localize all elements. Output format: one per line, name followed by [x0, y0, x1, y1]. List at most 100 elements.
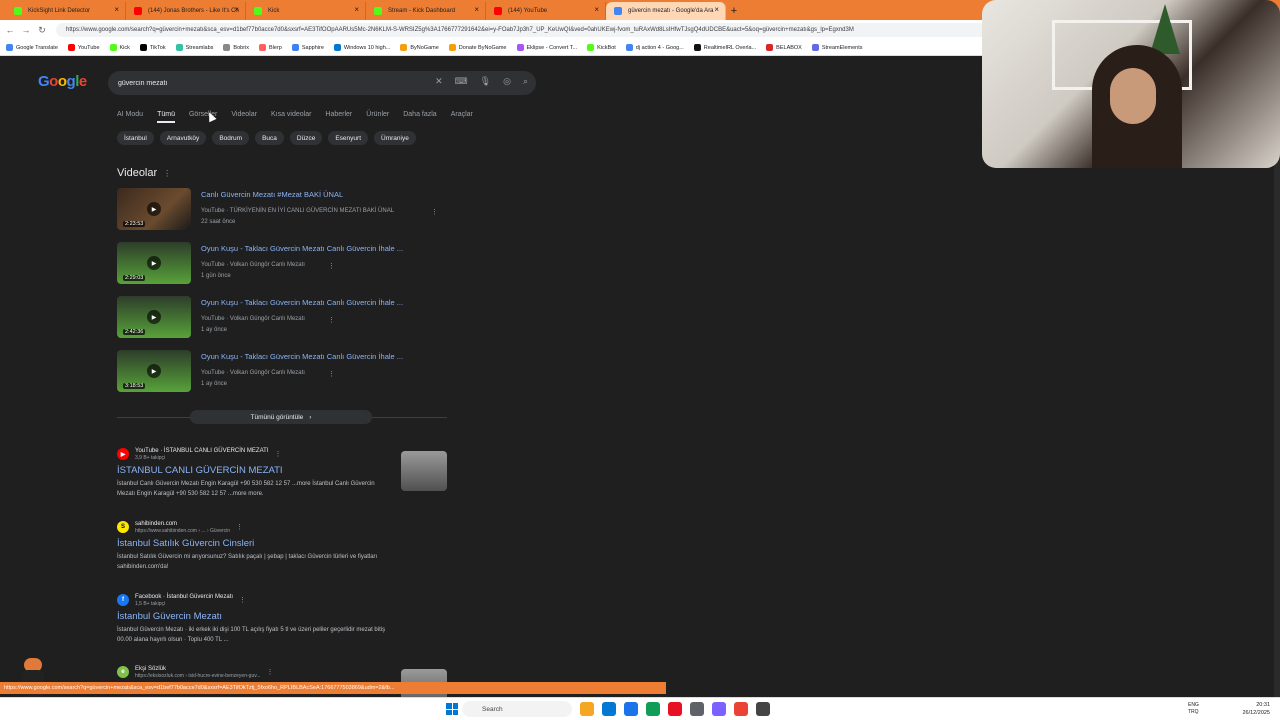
- taskbar-app-icon[interactable]: [712, 702, 726, 716]
- bookmark-item[interactable]: Kick: [109, 44, 130, 51]
- forward-icon[interactable]: →: [20, 24, 32, 36]
- taskbar-app-icon[interactable]: [734, 702, 748, 716]
- video-title[interactable]: Oyun Kuşu - Taklacı Güvercin Mezatı Canl…: [201, 244, 403, 253]
- result-source[interactable]: f Facebook · İstanbul Güvercin Mezatı 1,5 …: [117, 593, 447, 607]
- logo-letter: G: [38, 73, 50, 90]
- browser-tab[interactable]: (144) Jonas Brothers - Like It's Ch ×: [126, 2, 246, 20]
- tab-5[interactable]: Haberler: [325, 111, 352, 123]
- video-thumbnail[interactable]: ▶ 2:29:03: [117, 242, 191, 284]
- taskbar-search[interactable]: Search: [462, 701, 572, 717]
- tab-6[interactable]: Ürünler: [366, 111, 389, 123]
- video-result[interactable]: ▶ 2:23:53 Canlı Güvercin Mezatı #Mezat BAK…: [117, 188, 447, 232]
- bookmark-item[interactable]: BELABOX: [766, 44, 802, 51]
- taskbar-app-icon[interactable]: [756, 702, 770, 716]
- chevron-right-icon: ›: [309, 413, 312, 421]
- taskbar-app-icon[interactable]: [580, 702, 594, 716]
- video-result[interactable]: ▶ 2:29:03 Oyun Kuşu - Taklacı Güvercin Mez…: [117, 242, 447, 286]
- taskbar-app-icon[interactable]: [602, 702, 616, 716]
- more-options-icon[interactable]: ⋮: [328, 262, 335, 270]
- see-all-videos-button[interactable]: Tümünü görüntüle ›: [190, 410, 372, 424]
- refine-chip[interactable]: Arnavutköy: [159, 131, 207, 145]
- more-options-icon[interactable]: ⋮: [239, 596, 246, 604]
- tab-1[interactable]: Tümü: [157, 111, 175, 123]
- video-title[interactable]: Oyun Kuşu - Taklacı Güvercin Mezatı Canl…: [201, 352, 403, 361]
- taskbar-app-icon[interactable]: [624, 702, 638, 716]
- taskbar-app-icon[interactable]: [668, 702, 682, 716]
- taskbar-app-icon[interactable]: [690, 702, 704, 716]
- reload-icon[interactable]: ↻: [36, 24, 48, 36]
- search-input[interactable]: [118, 79, 418, 87]
- video-title[interactable]: Canlı Güvercin Mezatı #Mezat BAKİ ÜNAL: [201, 190, 343, 199]
- bookmark-item[interactable]: KickBot: [587, 44, 616, 51]
- result-source[interactable]: Ssahibinden.com https://www.sahibinden.co…: [117, 520, 447, 534]
- tab-3[interactable]: Videolar: [231, 111, 257, 123]
- more-options-icon[interactable]: ⋮: [328, 316, 335, 324]
- bookmark-item[interactable]: Sapphire: [291, 44, 324, 51]
- more-options-icon[interactable]: ⋮: [328, 370, 335, 378]
- back-icon[interactable]: ←: [4, 24, 16, 36]
- video-result[interactable]: ▶ 3:18:53 Oyun Kuşu - Taklacı Güvercin Mez…: [117, 350, 447, 394]
- video-thumbnail[interactable]: ▶ 3:18:53: [117, 350, 191, 392]
- more-options-icon[interactable]: ⋮: [431, 208, 438, 216]
- more-options-icon[interactable]: ⋮: [267, 668, 274, 676]
- bookmark-item[interactable]: ByNoGame: [400, 44, 439, 51]
- browser-tab[interactable]: güvercin mezatı - Google'da Ara ×: [606, 2, 726, 20]
- video-thumbnail[interactable]: ▶ 2:23:53: [117, 188, 191, 230]
- browser-tab[interactable]: KickSight Link Detector ×: [6, 2, 126, 20]
- bookmark-item[interactable]: Google Translate: [6, 44, 58, 51]
- keyboard-icon[interactable]: ⌨: [455, 76, 468, 87]
- bookmark-item[interactable]: Streamlabs: [175, 44, 213, 51]
- refine-chip[interactable]: İstanbul: [117, 131, 154, 145]
- taskbar-clock[interactable]: 20:31 26/12/2025: [1242, 701, 1270, 717]
- more-options-icon[interactable]: ⋮: [163, 169, 171, 178]
- lens-icon[interactable]: ◎: [503, 76, 511, 87]
- more-options-icon[interactable]: ⋮: [236, 523, 243, 531]
- bookmark-item[interactable]: Blerp: [259, 44, 282, 51]
- microphone-icon[interactable]: 🎙: [480, 76, 491, 87]
- result-source[interactable]: ▶ YouTube · İSTANBUL CANLI GÜVERCİN MEZAT…: [117, 447, 447, 461]
- refine-chip[interactable]: Bodrum: [212, 131, 250, 145]
- more-options-icon[interactable]: ⋮: [274, 450, 281, 458]
- close-tab-icon[interactable]: ×: [594, 5, 599, 14]
- windows-start-icon[interactable]: [446, 703, 458, 715]
- result-title-link[interactable]: İstanbul Güvercin Mezatı: [117, 611, 447, 622]
- result-thumbnail[interactable]: [401, 451, 447, 491]
- search-icon[interactable]: ⌕: [523, 76, 528, 87]
- close-tab-icon[interactable]: ×: [234, 5, 239, 14]
- video-thumbnail[interactable]: ▶ 2:42:36: [117, 296, 191, 338]
- bookmark-item[interactable]: Bobrix: [223, 44, 249, 51]
- tab-4[interactable]: Kısa videolar: [271, 111, 311, 123]
- result-title-link[interactable]: İstanbul Satılık Güvercin Cinsleri: [117, 538, 447, 549]
- close-tab-icon[interactable]: ×: [114, 5, 119, 14]
- refine-chip[interactable]: Ümraniye: [374, 131, 416, 145]
- new-tab-button[interactable]: +: [726, 2, 742, 20]
- close-tab-icon[interactable]: ×: [354, 5, 359, 14]
- bookmark-item[interactable]: TikTok: [139, 44, 166, 51]
- video-result[interactable]: ▶ 2:42:36 Oyun Kuşu - Taklacı Güvercin Mez…: [117, 296, 447, 340]
- close-tab-icon[interactable]: ×: [714, 5, 719, 14]
- tab-8[interactable]: Araçlar: [451, 111, 473, 123]
- result-title-link[interactable]: İSTANBUL CANLI GÜVERCİN MEZATI: [117, 465, 447, 476]
- bookmark-item[interactable]: YouTube: [67, 44, 100, 51]
- video-title[interactable]: Oyun Kuşu - Taklacı Güvercin Mezatı Canl…: [201, 298, 403, 307]
- browser-tab[interactable]: (144) YouTube ×: [486, 2, 606, 20]
- bookmark-item[interactable]: RealtimeIRL Overla...: [693, 44, 756, 51]
- google-logo[interactable]: Google: [38, 73, 87, 90]
- input-language[interactable]: ENG TRQ: [1188, 702, 1199, 716]
- close-tab-icon[interactable]: ×: [474, 5, 479, 14]
- tab-7[interactable]: Daha fazla: [403, 111, 436, 123]
- browser-tab[interactable]: Kick ×: [246, 2, 366, 20]
- browser-tab[interactable]: Stream - Kick Dashboard ×: [366, 2, 486, 20]
- clear-icon[interactable]: ✕: [435, 76, 443, 87]
- bookmark-item[interactable]: StreamElements: [811, 44, 863, 51]
- bookmark-item[interactable]: dj action 4 - Goog...: [625, 44, 684, 51]
- refine-chip[interactable]: Buca: [255, 131, 284, 145]
- result-source[interactable]: e Ekşi Sözlük https://eksisozluk.com › isi…: [117, 665, 447, 679]
- bookmark-item[interactable]: Eklipse - Convert T...: [516, 44, 577, 51]
- taskbar-app-icon[interactable]: [646, 702, 660, 716]
- refine-chip[interactable]: Esenyurt: [328, 131, 368, 145]
- tab-0[interactable]: AI Modu: [117, 111, 143, 123]
- bookmark-item[interactable]: Windows 10 high...: [333, 44, 390, 51]
- refine-chip[interactable]: Düzce: [289, 131, 323, 145]
- bookmark-item[interactable]: Donate ByNoGame: [448, 44, 507, 51]
